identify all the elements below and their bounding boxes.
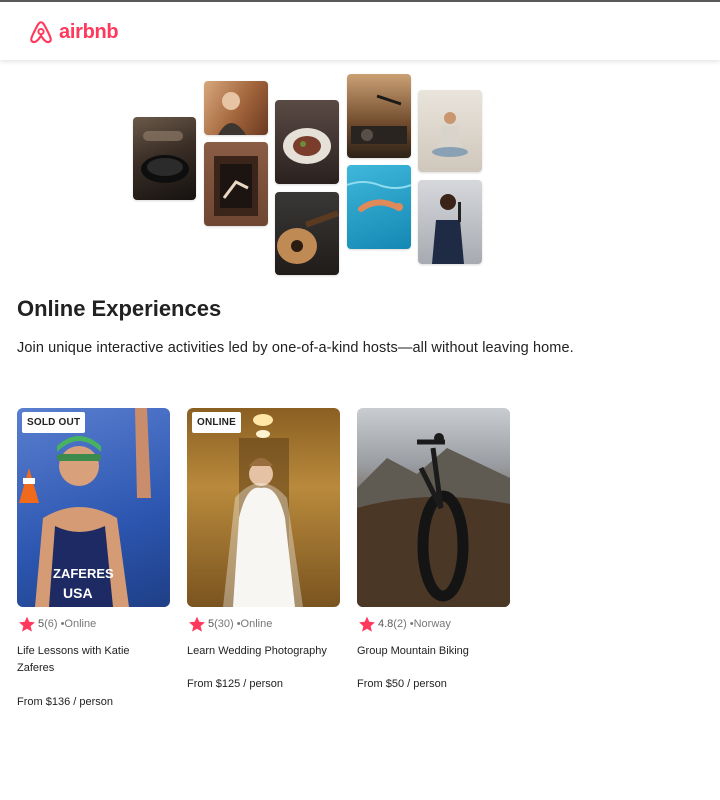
svg-text:ZAFERES: ZAFERES bbox=[53, 566, 114, 581]
sold-out-badge: SOLD OUT bbox=[22, 412, 86, 433]
experience-photo[interactable]: ZAFERES USA SOLD OUT bbox=[17, 408, 170, 607]
star-icon bbox=[19, 616, 35, 632]
collage-photo-dancer bbox=[204, 142, 268, 226]
experiences-collage bbox=[133, 74, 485, 276]
collage-photo-guitar bbox=[275, 192, 339, 275]
review-count: (30) bbox=[214, 618, 234, 630]
rating-row: 5 (30) •Online bbox=[187, 614, 340, 634]
page-subtitle: Join unique interactive activities led b… bbox=[17, 340, 574, 356]
review-count: (6) bbox=[44, 618, 58, 630]
experience-title[interactable]: Learn Wedding Photography bbox=[187, 643, 340, 660]
experience-card[interactable]: ONLINE 5 (30) •Online Learn Wedding Phot… bbox=[187, 408, 340, 690]
collage-photo-portrait bbox=[204, 81, 268, 135]
brand-name: airbnb bbox=[59, 20, 119, 43]
collage-photo-singer bbox=[418, 180, 482, 264]
experience-card[interactable]: ZAFERES USA SOLD OUT 5 (6) •Online Life … bbox=[17, 408, 170, 708]
collage-photo-swimmer bbox=[347, 165, 411, 249]
experience-price: From $50 / person bbox=[357, 678, 447, 690]
collage-photo-cooking bbox=[133, 117, 196, 200]
review-count: (2) bbox=[393, 618, 407, 630]
experience-price: From $125 / person bbox=[187, 678, 283, 690]
experience-location: •Norway bbox=[409, 618, 451, 630]
airbnb-logo[interactable]: airbnb bbox=[28, 18, 119, 46]
rating-value: 4.8 bbox=[378, 618, 394, 630]
experience-location: •Online bbox=[60, 618, 97, 630]
collage-photo-meditation bbox=[418, 90, 482, 172]
collage-photo-food bbox=[275, 100, 339, 184]
top-navbar: airbnb bbox=[0, 2, 720, 60]
page-title: Online Experiences bbox=[17, 296, 222, 321]
rating-row: 4.8 (2) •Norway bbox=[357, 614, 510, 634]
airbnb-belo-icon bbox=[30, 21, 52, 44]
experience-price: From $136 / person bbox=[17, 696, 113, 708]
collage-photo-dj bbox=[347, 74, 411, 158]
online-badge: ONLINE bbox=[192, 412, 241, 433]
experience-location: •Online bbox=[236, 618, 273, 630]
experience-title[interactable]: Group Mountain Biking bbox=[357, 643, 510, 660]
experience-title[interactable]: Life Lessons with Katie Zaferes bbox=[17, 643, 139, 677]
star-icon bbox=[359, 616, 375, 632]
experience-card[interactable]: 4.8 (2) •Norway Group Mountain Biking Fr… bbox=[357, 408, 510, 690]
experience-photo[interactable]: ONLINE bbox=[187, 408, 340, 607]
experience-photo[interactable] bbox=[357, 408, 510, 607]
star-icon bbox=[189, 616, 205, 632]
svg-text:USA: USA bbox=[63, 585, 93, 601]
rating-row: 5 (6) •Online bbox=[17, 614, 170, 634]
